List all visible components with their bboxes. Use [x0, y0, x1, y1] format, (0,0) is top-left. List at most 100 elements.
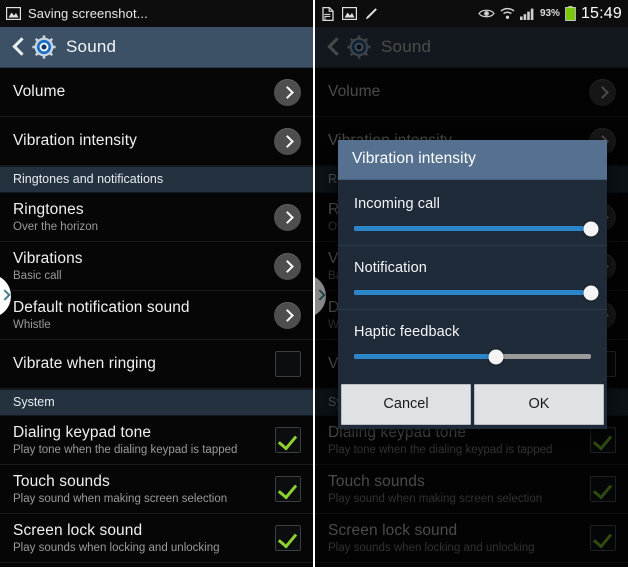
ok-button[interactable]: OK [474, 384, 604, 425]
row-text: Volume [13, 76, 274, 108]
chevron-right-icon[interactable] [274, 203, 301, 231]
list-item-volume[interactable]: Volume [315, 68, 628, 117]
screenshot-stage: Saving screenshot... Sound Volume Vibrat… [0, 0, 628, 567]
list-item-vibrate-when-ringing[interactable]: Vibrate when ringing [0, 340, 313, 389]
back-chevron-icon[interactable] [323, 35, 343, 59]
pencil-icon [364, 7, 378, 21]
list-item-dialing-keypad-tone[interactable]: Dialing keypad tone Play tone when the d… [0, 416, 313, 465]
row-title: Default notification sound [13, 299, 190, 316]
left-phone-panel: Saving screenshot... Sound Volume Vibrat… [0, 0, 313, 567]
row-title: Screen lock sound [328, 522, 458, 539]
section-header-ringtones: Ringtones and notifications [0, 166, 313, 193]
wifi-icon [500, 7, 515, 20]
row-subtitle: Basic call [13, 270, 62, 282]
checkbox-vibrate-when-ringing[interactable] [275, 351, 301, 377]
saving-screenshot-text: Saving screenshot... [28, 6, 148, 21]
slider-label: Incoming call [354, 196, 440, 212]
row-text: Vibrations Basic call [13, 243, 274, 289]
image-icon [5, 6, 22, 21]
chevron-right-icon[interactable] [274, 252, 301, 280]
row-text: Vibrate when ringing [13, 348, 275, 380]
right-phone-panel: x 93% 15:49 Sound Volume Dialing keypad … [313, 0, 628, 567]
row-subtitle: Whistle [13, 319, 51, 331]
slider-thumb[interactable] [583, 285, 599, 300]
row-subtitle: Play sound when making screen selection [13, 493, 228, 505]
dialog-title: Vibration intensity [338, 140, 607, 180]
list-item-touch-sounds[interactable]: Touch sounds Play sound when making scre… [0, 465, 313, 514]
row-text: Screen lock sound Play sounds when locki… [13, 515, 275, 561]
chevron-right-icon[interactable] [589, 78, 616, 106]
slider-track[interactable] [354, 221, 599, 236]
checkbox-dialing-keypad-tone[interactable] [275, 427, 301, 453]
page-title: Sound [381, 37, 432, 56]
settings-gear-icon [347, 35, 371, 59]
slider-label: Haptic feedback [354, 324, 460, 340]
chevron-right-icon[interactable] [274, 78, 301, 106]
checkbox-touch-sounds[interactable] [275, 476, 301, 502]
list-item-screen-lock-sound[interactable]: Screen lock sound Play sounds when locki… [315, 514, 628, 563]
list-item-ringtones[interactable]: Ringtones Over the horizon [0, 193, 313, 242]
row-text: Touch sounds Play sound when making scre… [13, 466, 275, 512]
eye-icon [478, 8, 495, 19]
row-title: Vibrate when ringing [13, 355, 157, 372]
row-subtitle: Play tone when the dialing keypad is tap… [328, 444, 553, 456]
right-action-bar: Sound [315, 27, 628, 68]
document-error-icon: x [321, 6, 335, 22]
slider-thumb[interactable] [488, 349, 504, 364]
image-icon [341, 6, 358, 21]
back-chevron-icon[interactable] [8, 35, 28, 59]
vibration-intensity-dialog: Vibration intensity Incoming call Notifi… [338, 140, 607, 429]
checkbox-screen-lock-sound[interactable] [275, 525, 301, 551]
list-item-volume[interactable]: Volume [0, 68, 313, 117]
battery-percent-label: 93% [539, 8, 560, 19]
right-status-bar: x 93% 15:49 [315, 0, 628, 27]
signal-icon [519, 8, 535, 20]
chevron-right-icon[interactable] [274, 301, 301, 329]
row-subtitle: Play tone when the dialing keypad is tap… [13, 444, 238, 456]
svg-text:x: x [324, 16, 327, 20]
row-text: Volume [328, 76, 589, 108]
slider-thumb[interactable] [583, 221, 599, 236]
slider-haptic-feedback: Haptic feedback [338, 310, 607, 373]
checkbox-touch-sounds[interactable] [590, 476, 616, 502]
left-status-bar: Saving screenshot... [0, 0, 313, 27]
row-subtitle: Play sound when making screen selection [328, 493, 543, 505]
row-text: Default notification sound Whistle [13, 292, 274, 338]
chevron-right-icon[interactable] [274, 127, 301, 155]
row-text: Touch sounds Play sound when making scre… [328, 466, 590, 512]
row-title: Ringtones [13, 201, 84, 218]
slider-label: Notification [354, 260, 427, 276]
row-subtitle: Play sounds when locking and unlocking [328, 542, 535, 554]
row-title: Screen lock sound [13, 522, 143, 539]
row-text: Screen lock sound Play sounds when locki… [328, 515, 590, 561]
list-item-touch-sounds[interactable]: Touch sounds Play sound when making scre… [315, 465, 628, 514]
slider-notification: Notification [338, 246, 607, 310]
list-item-vibrations[interactable]: Vibrations Basic call [0, 242, 313, 291]
row-text: Dialing keypad tone Play tone when the d… [13, 417, 275, 463]
battery-icon [565, 6, 576, 21]
row-title: Touch sounds [13, 473, 110, 490]
list-item-default-notification-sound[interactable]: Default notification sound Whistle [0, 291, 313, 340]
row-title: Volume [328, 83, 381, 100]
slider-track[interactable] [354, 285, 599, 300]
dialog-body: Incoming call Notification Haptic feedba… [338, 180, 607, 381]
row-title: Vibration intensity [13, 132, 137, 149]
slider-fill [354, 290, 591, 295]
left-settings-list: Volume Vibration intensity Ringtones and… [0, 68, 313, 563]
row-subtitle: Over the horizon [13, 221, 99, 233]
slider-fill [354, 354, 497, 359]
page-title: Sound [66, 37, 117, 56]
left-action-bar: Sound [0, 27, 313, 68]
row-text: Vibration intensity [13, 125, 274, 157]
slider-track[interactable] [354, 349, 591, 364]
cancel-button[interactable]: Cancel [341, 384, 471, 425]
list-item-vibration-intensity[interactable]: Vibration intensity [0, 117, 313, 166]
right-status-right-icons: 93% 15:49 [478, 5, 622, 23]
checkbox-dialing-keypad-tone[interactable] [590, 427, 616, 453]
list-item-screen-lock-sound[interactable]: Screen lock sound Play sounds when locki… [0, 514, 313, 563]
row-subtitle: Play sounds when locking and unlocking [13, 542, 220, 554]
status-clock: 15:49 [580, 4, 622, 22]
checkbox-screen-lock-sound[interactable] [590, 525, 616, 551]
row-title: Dialing keypad tone [13, 424, 152, 441]
left-status-icons: Saving screenshot... [5, 6, 148, 21]
